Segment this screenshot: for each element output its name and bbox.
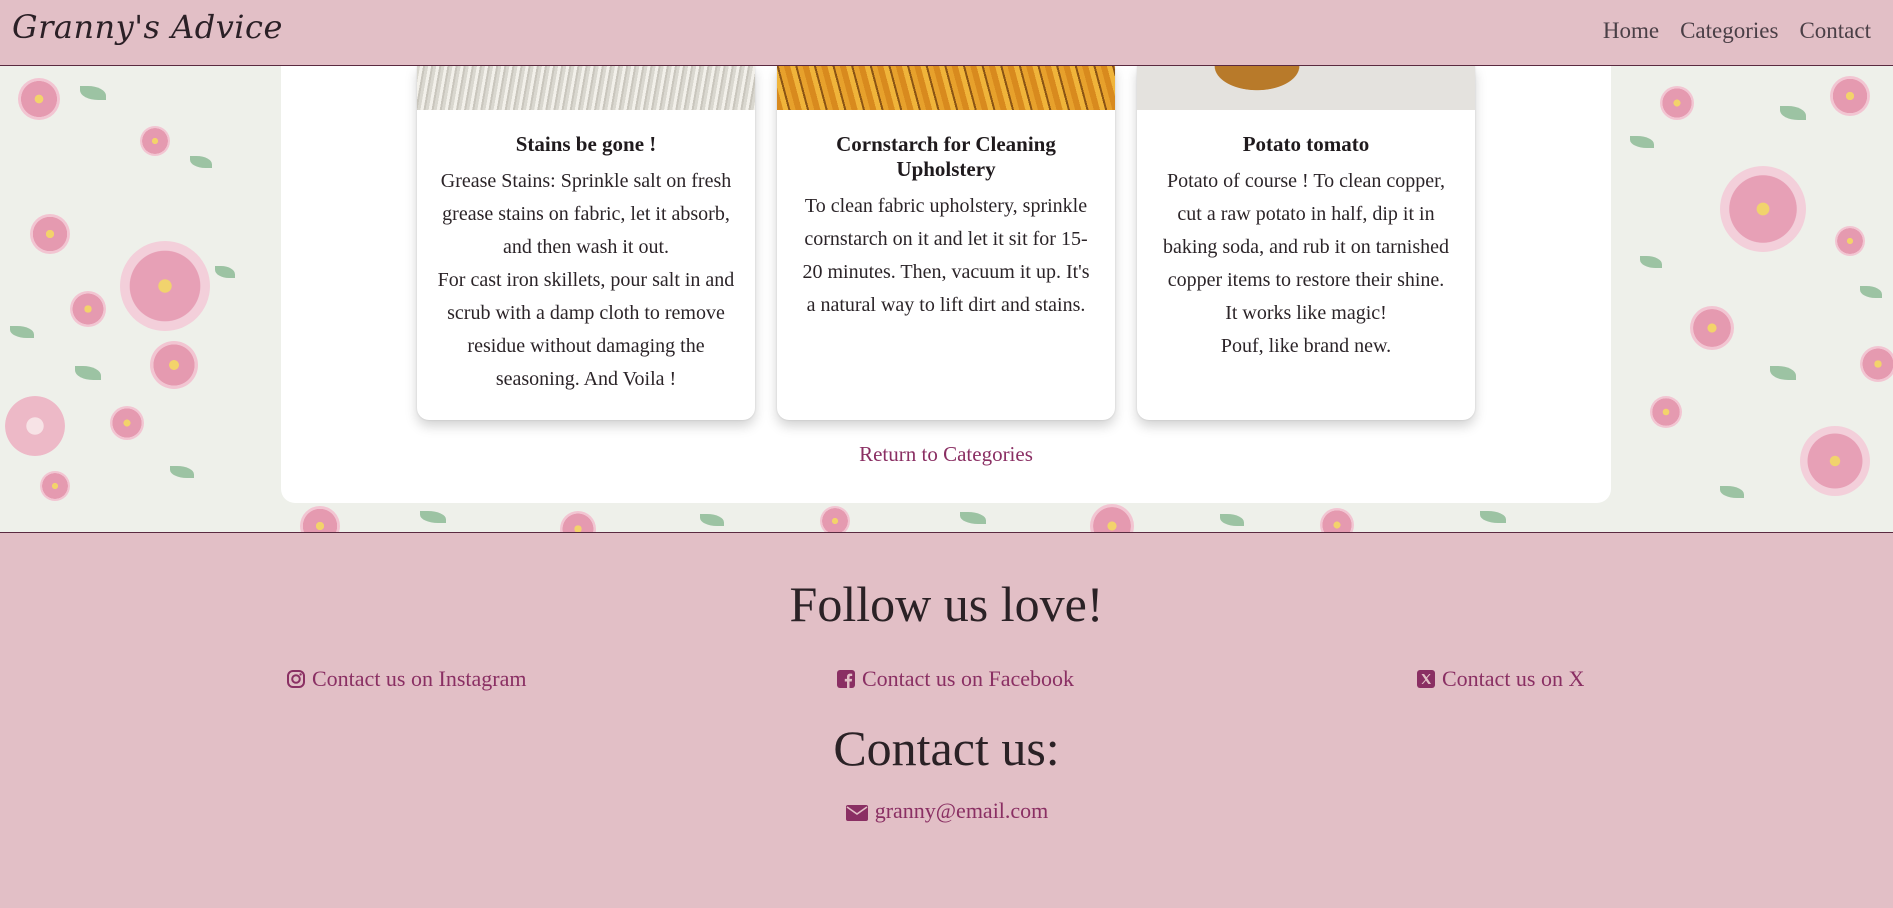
instagram-icon	[286, 669, 306, 689]
card-text-line: To clean fabric upholstery, sprinkle	[804, 195, 1088, 217]
card-text-line: residue without damaging the	[467, 335, 705, 357]
return-to-categories-link[interactable]: Return to Categories	[281, 442, 1611, 467]
card-text-line: For cast iron skillets, pour salt in and	[437, 269, 735, 291]
envelope-icon	[845, 802, 869, 821]
footer: Follow us love! Contact us on Instagram …	[0, 533, 1893, 908]
instagram-link[interactable]: Contact us on Instagram	[286, 666, 526, 692]
card-text-line: seasoning. And Voila !	[495, 368, 677, 390]
facebook-label: Contact us on Facebook	[862, 666, 1075, 691]
card-image-corn	[777, 66, 1115, 110]
card-text-line: It works like magic!	[1225, 302, 1387, 324]
card-text-line: scrub with a damp cloth to remove	[447, 302, 725, 324]
facebook-link[interactable]: Contact us on Facebook	[836, 666, 1074, 692]
card-text-line: 20 minutes. Then, vacuum it up. It's	[802, 261, 1090, 283]
x-link[interactable]: Contact us on X	[1416, 666, 1584, 692]
card-text: Potato of course ! To clean copper, cut …	[1155, 165, 1457, 363]
card-text-line: and then wash it out.	[502, 236, 670, 258]
contact-heading: Contact us:	[833, 720, 1060, 776]
card-text-line: grease stains on fabric, let it absorb,	[442, 203, 730, 225]
card-text-line: Grease Stains: Sprinkle salt on fresh	[440, 170, 732, 192]
navbar: Granny's Advice Home Categories Contact	[0, 0, 1893, 66]
nav-link-home[interactable]: Home	[1603, 18, 1659, 44]
card-text-line: copper items to restore their shine.	[1167, 269, 1445, 291]
nav-link-contact[interactable]: Contact	[1799, 18, 1871, 44]
card-text-line: cut a raw potato in half, dip it in	[1177, 203, 1435, 225]
tip-card-potato: Potato tomato Potato of course ! To clea…	[1137, 66, 1475, 420]
nav-links: Home Categories Contact	[1603, 18, 1871, 44]
card-text-line: a natural way to lift dirt and stains.	[806, 294, 1086, 316]
x-label: Contact us on X	[1442, 666, 1585, 691]
card-title: Cornstarch for Cleaning Upholstery	[836, 132, 1056, 181]
tip-card-stains: Stains be gone ! Grease Stains: Sprinkle…	[417, 66, 755, 420]
card-title: Stains be gone !	[515, 132, 657, 156]
tip-card-cornstarch: Cornstarch for Cleaning Upholstery To cl…	[777, 66, 1115, 420]
card-text-line: cornstarch on it and let it sit for 15-	[804, 228, 1088, 250]
content-panel: Stains be gone ! Grease Stains: Sprinkle…	[281, 66, 1611, 503]
brand-logo[interactable]: Granny's Advice	[12, 8, 283, 46]
card-image-salt	[417, 66, 755, 110]
email-address: granny@email.com	[874, 798, 1049, 823]
facebook-icon	[836, 669, 856, 689]
nav-link-categories[interactable]: Categories	[1680, 18, 1778, 44]
card-text: Grease Stains: Sprinkle salt on fresh gr…	[435, 165, 737, 396]
follow-heading: Follow us love!	[789, 576, 1104, 632]
card-image-potato	[1137, 66, 1475, 110]
email-link[interactable]: granny@email.com	[0, 798, 1893, 824]
card-text-line: Pouf, like brand new.	[1220, 335, 1392, 357]
card-title: Potato tomato	[1242, 132, 1370, 156]
card-text-line: baking soda, and rub it on tarnished	[1162, 236, 1450, 258]
card-text: To clean fabric upholstery, sprinkle cor…	[795, 190, 1097, 322]
card-text-line: Potato of course ! To clean copper,	[1167, 170, 1445, 192]
x-icon	[1416, 669, 1436, 689]
instagram-label: Contact us on Instagram	[312, 666, 527, 691]
